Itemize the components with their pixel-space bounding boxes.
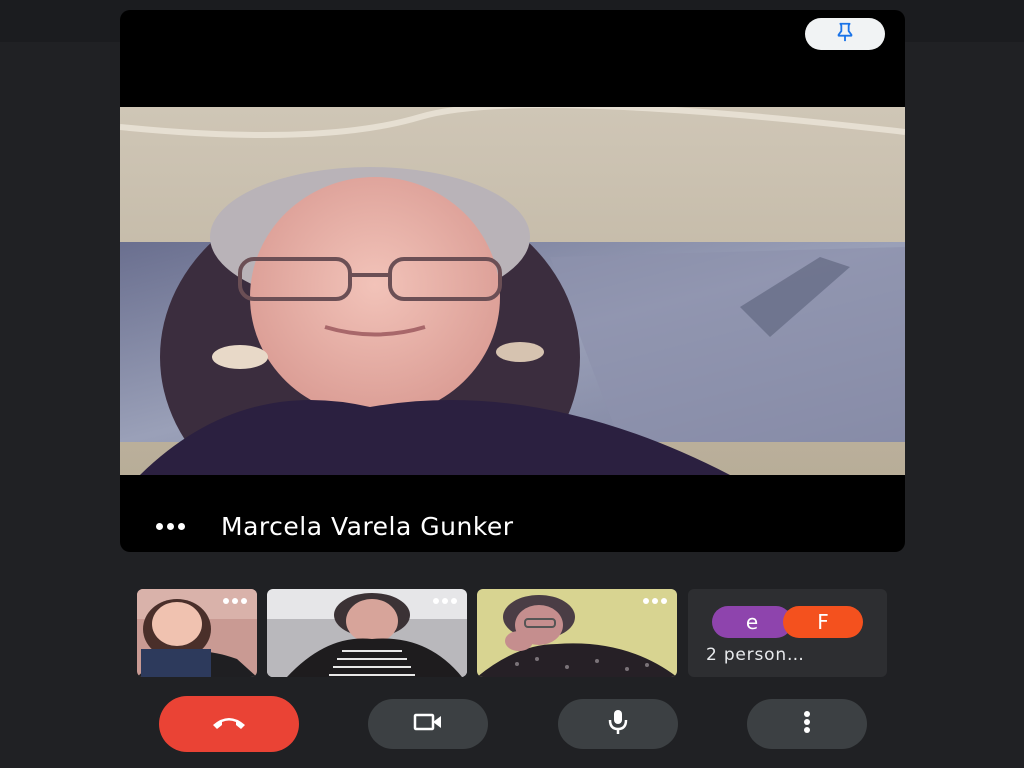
main-name-row: Marcela Varela Gunker (156, 512, 514, 541)
avatar-letter: F (817, 610, 829, 634)
avatar-letter: e (745, 610, 759, 634)
main-video-tile[interactable]: Marcela Varela Gunker (120, 10, 905, 552)
end-call-button[interactable] (159, 696, 299, 752)
more-options-button[interactable] (747, 699, 867, 749)
avatar: e (712, 606, 792, 638)
more-vertical-icon (803, 710, 811, 738)
microphone-icon (606, 708, 630, 740)
camera-toggle-button[interactable] (368, 699, 488, 749)
main-participant-video (120, 107, 905, 475)
participant-thumbnail-2[interactable] (267, 589, 467, 677)
more-horizontal-icon[interactable] (156, 523, 185, 530)
microphone-toggle-button[interactable] (558, 699, 678, 749)
other-participants-label: 2 person… (706, 645, 805, 665)
participant-thumbnail-3[interactable] (477, 589, 677, 677)
more-horizontal-icon[interactable] (433, 598, 457, 604)
pin-icon (834, 21, 856, 47)
participant-thumbnail-1[interactable] (137, 589, 257, 677)
more-horizontal-icon[interactable] (643, 598, 667, 604)
end-call-icon (211, 713, 247, 735)
pin-button[interactable] (805, 18, 885, 50)
camera-icon (413, 712, 443, 736)
other-participants-tile[interactable]: e F 2 person… (688, 589, 887, 677)
more-horizontal-icon[interactable] (223, 598, 247, 604)
avatar: F (783, 606, 863, 638)
main-participant-name: Marcela Varela Gunker (221, 512, 514, 541)
